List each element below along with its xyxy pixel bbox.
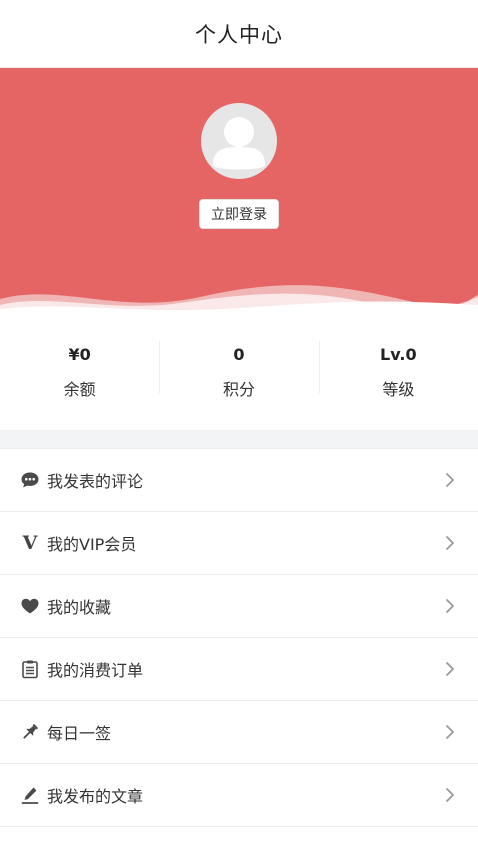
- chevron-right-icon: [444, 597, 456, 615]
- chevron-right-icon: [444, 723, 456, 741]
- menu-item-label: 我的消费订单: [47, 661, 144, 680]
- stat-value: Lv.0: [380, 345, 417, 364]
- top-bar: 个人中心: [0, 0, 478, 68]
- page-title: 个人中心: [195, 22, 283, 47]
- menu-item-daily-checkin[interactable]: 每日一签: [0, 701, 478, 764]
- section-divider: [0, 430, 478, 449]
- menu-item-label: 我的VIP会员: [47, 535, 137, 554]
- menu-list: 我发表的评论 V 我的VIP会员 我的收藏 我的消费订单 每日一签 我发布的文章: [0, 449, 478, 827]
- wave-decoration: [0, 285, 478, 315]
- menu-item-my-vip[interactable]: V 我的VIP会员: [0, 512, 478, 575]
- chevron-right-icon: [444, 534, 456, 552]
- login-button[interactable]: 立即登录: [199, 199, 279, 229]
- menu-item-my-orders[interactable]: 我的消费订单: [0, 638, 478, 701]
- menu-item-label: 我发表的评论: [47, 472, 144, 491]
- stats-row: ¥0 余额 0 积分 Lv.0 等级: [0, 315, 478, 430]
- stat-label: 余额: [63, 380, 96, 399]
- profile-header: 立即登录: [0, 68, 478, 315]
- stat-balance[interactable]: ¥0 余额: [0, 345, 159, 400]
- chevron-right-icon: [444, 786, 456, 804]
- user-silhouette-icon: [213, 117, 265, 170]
- menu-item-label: 我的收藏: [47, 598, 112, 617]
- avatar[interactable]: [201, 103, 277, 179]
- stat-label: 积分: [222, 380, 255, 399]
- chevron-right-icon: [444, 471, 456, 489]
- comment-icon: [20, 470, 40, 490]
- pin-icon: [20, 722, 40, 742]
- stat-points[interactable]: 0 积分: [159, 341, 318, 400]
- menu-item-label: 我发布的文章: [47, 787, 144, 806]
- edit-icon: [20, 785, 40, 805]
- stat-level[interactable]: Lv.0 等级: [318, 341, 478, 400]
- heart-icon: [20, 596, 40, 616]
- stat-value: 0: [233, 345, 245, 364]
- chevron-right-icon: [444, 660, 456, 678]
- menu-item-my-favorites[interactable]: 我的收藏: [0, 575, 478, 638]
- menu-item-label: 每日一签: [47, 724, 112, 743]
- menu-item-my-comments[interactable]: 我发表的评论: [0, 449, 478, 512]
- stat-value: ¥0: [68, 345, 91, 364]
- clipboard-icon: [20, 659, 40, 679]
- vip-icon: V: [22, 532, 38, 554]
- stat-label: 等级: [382, 380, 415, 399]
- menu-item-my-articles[interactable]: 我发布的文章: [0, 764, 478, 827]
